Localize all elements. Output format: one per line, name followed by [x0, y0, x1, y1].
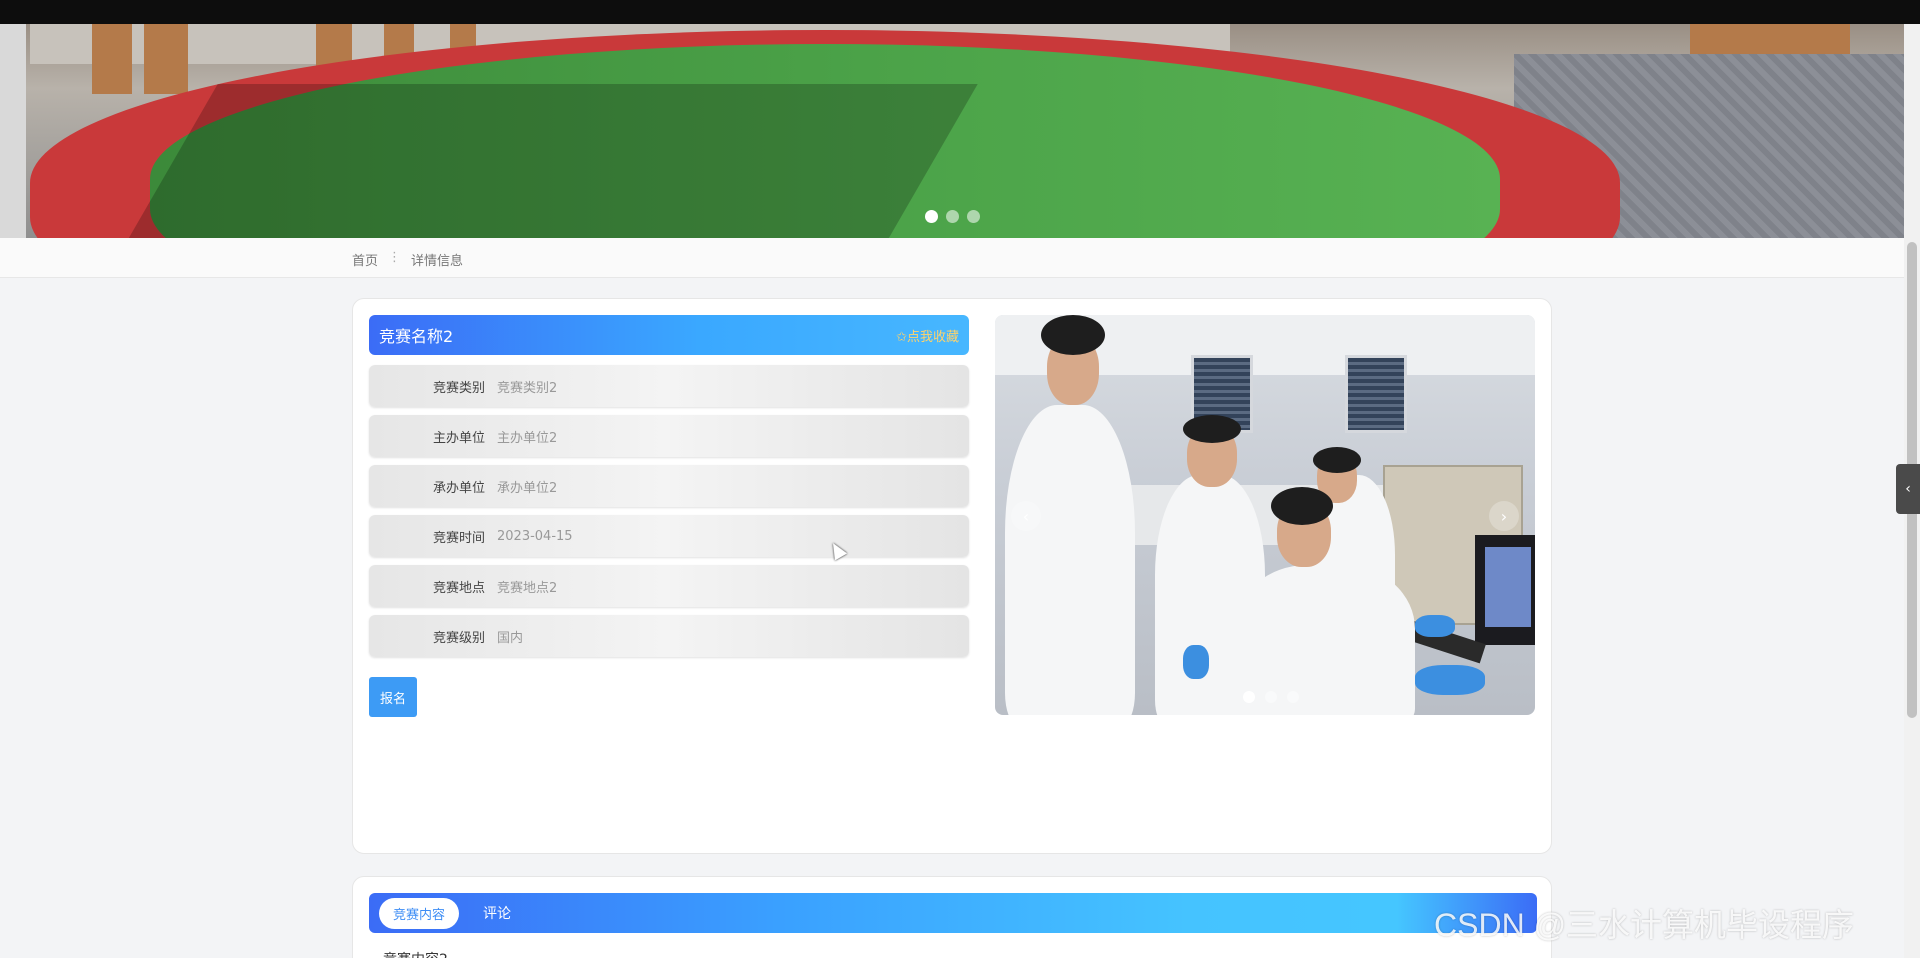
watermark: CSDN @三水计算机毕设程序	[1434, 907, 1855, 943]
breadcrumb-home[interactable]: 首页	[352, 250, 378, 269]
carousel-prev-button[interactable]: ‹	[1011, 501, 1041, 531]
field-value: 2023-04-15	[497, 528, 573, 544]
top-bar	[0, 0, 1920, 24]
content-card: 竞赛内容 评论 竞赛内容2	[352, 876, 1552, 958]
field-value: 主办单位2	[497, 430, 558, 446]
field-label: 竞赛类别	[432, 380, 485, 396]
carousel-dot[interactable]	[1265, 691, 1277, 703]
carousel-next-button[interactable]: ›	[1489, 501, 1519, 531]
field-value: 国内	[497, 630, 524, 646]
side-panel-toggle[interactable]: ‹	[1896, 464, 1920, 514]
banner-carousel	[0, 24, 1904, 238]
field-value: 竞赛类别2	[497, 380, 558, 396]
field-label: 竞赛时间	[432, 530, 485, 546]
tab-content[interactable]: 竞赛内容	[379, 897, 460, 929]
banner-dots	[925, 210, 980, 223]
breadcrumb-separator: ⋮	[388, 250, 402, 265]
content-text: 竞赛内容2	[383, 949, 448, 958]
breadcrumb-bar: 首页 ⋮ 详情信息	[0, 238, 1904, 278]
window	[1345, 355, 1407, 433]
detail-image-carousel: ‹ ›	[995, 315, 1535, 715]
carousel-dot[interactable]	[1243, 691, 1255, 703]
banner-dot[interactable]	[946, 210, 959, 223]
carousel-dots	[1243, 691, 1299, 703]
tab-comments[interactable]: 评论	[483, 903, 511, 923]
banner-dot[interactable]	[925, 210, 938, 223]
info-row: 竞赛地点 竞赛地点2	[369, 565, 969, 607]
favorite-button[interactable]: ✩点我收藏	[896, 326, 959, 345]
page-title: 竞赛名称2	[379, 327, 454, 346]
info-row: 竞赛时间 2023-04-15	[369, 515, 969, 557]
field-label: 承办单位	[432, 480, 485, 496]
info-row: 竞赛类别 竞赛类别2	[369, 365, 969, 407]
breadcrumb: 首页 ⋮ 详情信息	[352, 250, 463, 269]
info-row: 竞赛级别 国内	[369, 615, 969, 657]
signup-button[interactable]: 报名	[369, 677, 417, 717]
field-label: 竞赛地点	[432, 580, 485, 596]
info-row: 承办单位 承办单位2	[369, 465, 969, 507]
breadcrumb-current: 详情信息	[411, 254, 464, 269]
field-value: 竞赛地点2	[497, 580, 558, 596]
carousel-dot[interactable]	[1287, 691, 1299, 703]
field-label: 竞赛级别	[432, 630, 485, 646]
field-label: 主办单位	[432, 430, 485, 446]
chevron-left-icon: ‹	[1905, 481, 1911, 497]
person	[1005, 405, 1135, 715]
banner-dot[interactable]	[967, 210, 980, 223]
field-value: 承办单位2	[497, 480, 558, 496]
info-row: 主办单位 主办单位2	[369, 415, 969, 457]
content-tab-bar: 竞赛内容 评论	[369, 893, 1537, 933]
detail-card: 竞赛名称2 ✩点我收藏 竞赛类别 竞赛类别2 主办单位 主办单位2 承办单位 承…	[352, 298, 1552, 854]
detail-title-bar: 竞赛名称2 ✩点我收藏	[369, 315, 969, 355]
